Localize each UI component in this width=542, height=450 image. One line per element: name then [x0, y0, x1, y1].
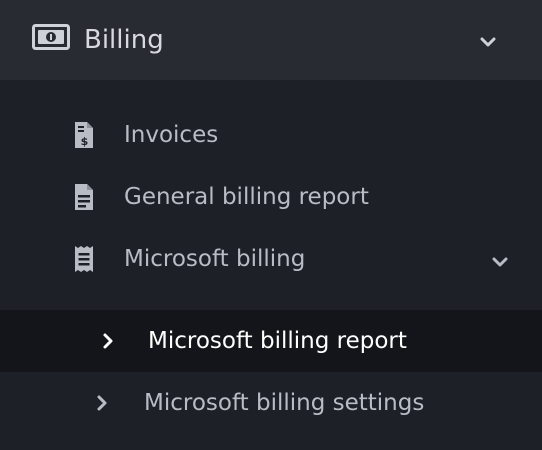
menu-item-label: Microsoft billing report	[148, 328, 407, 354]
chevron-right-icon	[102, 332, 114, 354]
menu-item-general-billing-report[interactable]: General billing report	[0, 166, 542, 228]
menu-item-label: Microsoft billing settings	[144, 390, 425, 416]
chevron-right-icon	[96, 394, 108, 416]
receipt-icon	[72, 245, 96, 273]
menu-item-microsoft-billing[interactable]: Microsoft billing	[0, 228, 542, 290]
chevron-down-icon[interactable]	[480, 33, 496, 47]
menu-item-billing[interactable]: Billing	[0, 0, 542, 80]
menu-item-microsoft-billing-settings[interactable]: Microsoft billing settings	[0, 372, 542, 434]
invoice-dollar-icon: $	[72, 121, 96, 149]
menu-item-label: General billing report	[124, 184, 369, 210]
menu-item-label: Microsoft billing	[124, 246, 306, 272]
menu-item-microsoft-billing-report[interactable]: Microsoft billing report	[0, 310, 542, 372]
menu-item-invoices[interactable]: $ Invoices	[0, 104, 542, 166]
file-report-icon	[72, 183, 96, 211]
chevron-down-icon[interactable]	[492, 253, 508, 267]
menu-item-label: Billing	[84, 25, 164, 55]
svg-text:$: $	[81, 135, 89, 148]
menu-item-label: Invoices	[124, 122, 219, 148]
money-bill-icon	[32, 24, 70, 50]
sidebar-menu: Billing $ Invoices General billing repor…	[0, 0, 542, 450]
